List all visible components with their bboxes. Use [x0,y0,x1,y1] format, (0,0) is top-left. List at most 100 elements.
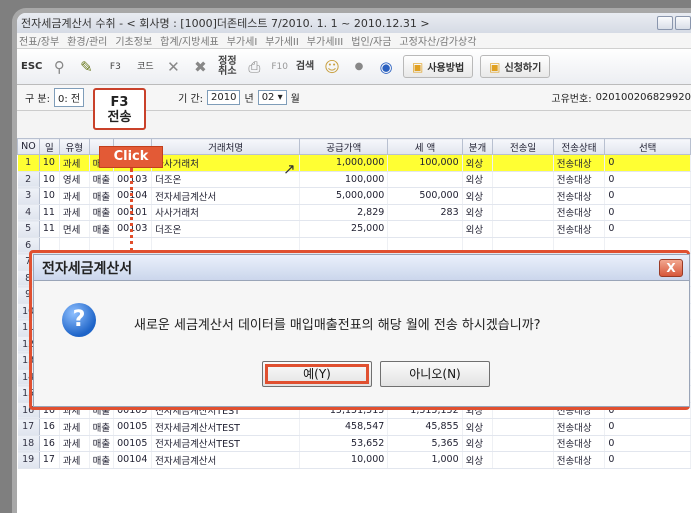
menu-item[interactable]: 부가세I [227,33,258,48]
cell-day: 16 [39,435,60,452]
toolbar: ESC ⚲ ✎ F3 코드 ✕ ✖ 정정 취소 ⎙ F10 검색 ☺ ● ◉ ▣… [17,49,691,85]
menu-item[interactable]: 부가세II [265,33,299,48]
menu-item[interactable]: 전표/장부 [19,33,59,48]
logo-icon[interactable]: ◉ [376,57,396,77]
cell-supply: 5,000,000 [299,187,389,205]
cell-sale: 매출 [89,451,115,469]
cell-kind: 과세 [59,451,90,469]
type-select[interactable]: 0: 전 [53,88,85,107]
cell-status: 전송대상 [553,435,606,452]
cell-sel: 0 [604,220,691,238]
table-row[interactable]: 2 10 영세 매출 00103 더조온 100,000 외상 전송대상 0 [17,171,691,188]
year-unit: 년 [244,94,254,105]
year-input[interactable]: 2010 [207,90,241,105]
menu-item[interactable]: 기초정보 [115,33,152,48]
cell-tax: 45,855 [387,418,463,436]
cell-tax: 100,000 [387,154,463,172]
column-header[interactable]: 유형 [58,138,90,155]
cell-name: 전자세금계산서 [151,187,301,205]
menu-item[interactable]: 환경/관리 [67,33,107,48]
cell-day: 10 [39,154,60,172]
dialog-body: ? 새로운 세금계산서 데이터를 매입매출전표의 해당 월에 전송 하시겠습니까… [34,281,689,406]
cell-status: 전송대상 [553,451,606,469]
edit-icon[interactable]: ✎ [76,57,96,77]
cell-name: 전자세금계산서TEST [151,435,301,452]
code-button[interactable]: 코드 [134,62,156,72]
column-header[interactable]: 공급가액 [299,138,389,155]
menu-item[interactable]: 부가세III [307,33,343,48]
cell-day: 11 [39,220,60,238]
column-header[interactable]: 전송일 [492,138,554,155]
cell-tax: 5,365 [387,435,463,452]
column-header[interactable]: 분개 [461,138,494,155]
column-header[interactable]: 거래처명 [151,138,301,155]
cell-name: 전자세금계산서TEST [151,418,301,436]
table-row[interactable]: 19 17 과세 매출 00104 전자세금계산서 10,000 1,000 외상 전송대상 0 [17,451,691,469]
cell-je: 외상 [462,187,494,205]
menu-item[interactable]: 합계/지방세표 [160,33,219,48]
people-icon[interactable]: ☺ [322,57,342,77]
usage-button-label: 사용방법 [427,63,465,74]
column-header[interactable]: 일 [38,138,60,155]
delete-icon[interactable]: ✕ [163,57,183,77]
help-icon[interactable]: ⚲ [49,57,69,77]
no-button[interactable]: 아니오(N) [380,361,490,387]
fix-cancel-button[interactable]: 정정 취소 [217,56,237,77]
window-controls [657,16,691,30]
cell-je: 외상 [462,154,494,172]
usage-button[interactable]: ▣ 사용방법 [403,55,474,78]
minimize-button[interactable] [657,16,673,30]
cell-no: 19 [17,451,40,469]
cell-name: 더조온 [151,220,301,238]
table-row[interactable]: 5 11 면세 매출 00103 더조온 25,000 외상 전송대상 0 [17,220,691,238]
cell-sale: 매출 [89,204,115,221]
column-header[interactable]: 선택 [604,138,691,155]
cell-status: 전송대상 [553,154,606,172]
table-row[interactable]: 17 16 과세 매출 00105 전자세금계산서TEST 458,547 45,855 외상 전… [17,418,691,436]
dialog-title-bar: 전자세금계산서 X [34,255,689,281]
cell-sale: 매출 [89,220,115,238]
f3-text-label: 전송 [107,110,132,125]
dialog-title: 전자세금계산서 [42,260,133,277]
delete-all-icon[interactable]: ✖ [190,57,210,77]
cell-code: 00105 [113,418,153,436]
column-header[interactable]: 세 액 [387,138,463,155]
menu-item[interactable]: 고정자산/감가상각 [399,33,476,48]
column-header[interactable]: NO [17,138,40,155]
cell-je: 외상 [462,435,494,452]
yes-button[interactable]: 예(Y) [262,361,372,387]
month-select[interactable]: 02 ▾ [257,90,287,105]
column-header[interactable]: 전송상태 [552,138,606,155]
cell-sel: 0 [604,171,691,188]
table-row[interactable]: 3 10 과세 매출 00104 전자세금계산서 5,000,000 500,000 외상 전송대… [17,187,691,205]
menu-item[interactable]: 법인/자금 [351,33,391,48]
cell-kind: 영세 [59,171,90,188]
question-icon: ? [62,303,96,337]
table-row[interactable]: 4 11 과세 매출 00101 사사거래처 2,829 283 외상 전송대상 0 [17,204,691,221]
cell-tax: 1,000 [387,451,463,469]
cell-sel: 0 [604,187,691,205]
cell-date [492,220,554,238]
print-icon[interactable]: ⎙ [244,57,264,77]
cell-date [492,418,554,436]
f10-button[interactable]: F10 [271,62,288,72]
document-icon: ▣ [412,59,424,74]
cell-sale: 매출 [89,418,115,436]
cell-no: 17 [17,418,40,436]
apply-button[interactable]: ▣ 신청하기 [480,55,551,78]
cell-date [492,435,554,452]
maximize-button[interactable] [675,16,691,30]
cell-supply: 53,652 [299,435,389,452]
cell-je: 외상 [462,220,494,238]
cell-supply: 2,829 [299,204,389,221]
esc-button[interactable]: ESC [21,61,42,72]
cell-sel: 0 [604,154,691,172]
title-bar: 전자세금계산서 수취 - < 회사명 : [1000]더존테스트 7/2010.… [17,13,691,33]
circle-icon[interactable]: ● [349,57,369,77]
cell-status: 전송대상 [553,187,606,205]
f3-send-toolbar-button[interactable]: F3 [103,62,127,72]
search-button[interactable]: 검색 [295,61,315,72]
table-row[interactable]: 18 16 과세 매출 00105 전자세금계산서TEST 53,652 5,365 외상 전송대… [17,435,691,452]
close-icon[interactable]: X [659,258,683,277]
cell-no: 3 [17,187,40,205]
